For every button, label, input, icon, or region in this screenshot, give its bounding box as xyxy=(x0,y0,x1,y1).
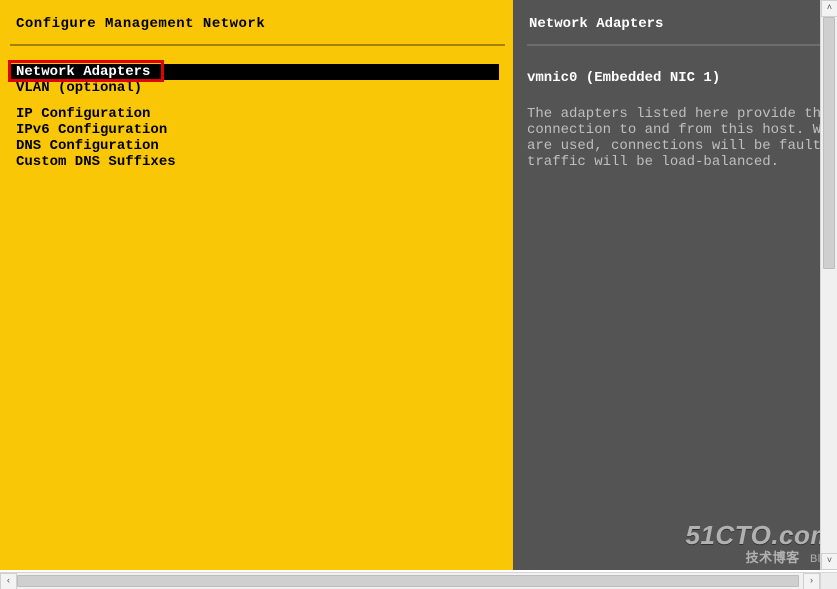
content-scroll-region: Configure Management Network Network Ada… xyxy=(0,0,820,570)
scroll-up-button[interactable]: ˄ xyxy=(821,0,837,17)
horizontal-scroll-track[interactable] xyxy=(17,573,803,589)
vertical-scrollbar[interactable]: ˄ ˅ xyxy=(820,0,837,570)
right-panel-subtitle: vmnic0 (Embedded NIC 1) xyxy=(527,70,820,86)
menu-item-network-adapters[interactable]: Network Adapters xyxy=(10,64,499,80)
watermark-blog: Blog xyxy=(810,553,820,565)
scroll-down-button[interactable]: ˅ xyxy=(821,553,837,570)
watermark-sub: 技术博客 xyxy=(746,550,800,565)
menu-item-vlan-optional[interactable]: VLAN (optional) xyxy=(10,80,505,96)
horizontal-scrollbar[interactable]: ‹ › xyxy=(0,572,820,589)
menu-item-network-adapters-wrap: Network Adapters xyxy=(10,64,505,80)
chevron-right-icon: › xyxy=(809,577,814,586)
scroll-left-button[interactable]: ‹ xyxy=(0,573,17,589)
left-panel-divider xyxy=(10,44,505,46)
chevron-up-icon: ˄ xyxy=(827,4,832,13)
watermark-main: 51CTO.com xyxy=(685,523,820,547)
left-panel-title: Configure Management Network xyxy=(10,4,505,44)
right-panel-title: Network Adapters xyxy=(527,4,820,44)
watermark: 51CTO.com 技术博客 Blog xyxy=(685,523,820,566)
menu-item-dns-configuration[interactable]: DNS Configuration xyxy=(10,138,505,154)
menu-item-ip-configuration[interactable]: IP Configuration xyxy=(10,106,505,122)
scrollbar-corner xyxy=(820,572,837,589)
vertical-scroll-track[interactable] xyxy=(821,17,837,553)
content-row: Configure Management Network Network Ada… xyxy=(0,0,820,570)
chevron-left-icon: ‹ xyxy=(6,577,11,586)
menu-item-custom-dns-suffixes[interactable]: Custom DNS Suffixes xyxy=(10,154,505,170)
right-panel: Network Adapters vmnic0 (Embedded NIC 1)… xyxy=(513,0,820,570)
chevron-down-icon: ˅ xyxy=(827,557,832,566)
horizontal-scroll-thumb[interactable] xyxy=(17,575,799,587)
right-panel-description: The adapters listed here provide the con… xyxy=(527,106,820,170)
config-menu: Network Adapters VLAN (optional) IP Conf… xyxy=(10,64,505,170)
viewport: Configure Management Network Network Ada… xyxy=(0,0,837,589)
menu-item-ipv6-configuration[interactable]: IPv6 Configuration xyxy=(10,122,505,138)
vertical-scroll-thumb[interactable] xyxy=(823,17,835,269)
menu-group-spacer xyxy=(10,96,505,106)
left-panel: Configure Management Network Network Ada… xyxy=(0,0,513,570)
right-panel-divider xyxy=(527,44,820,46)
scroll-right-button[interactable]: › xyxy=(803,573,820,589)
